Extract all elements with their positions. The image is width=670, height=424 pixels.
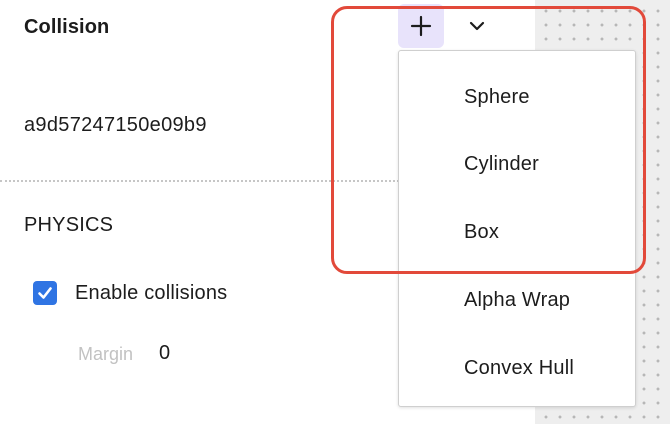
collision-type-menu: Sphere Cylinder Box Alpha Wrap Convex Hu… bbox=[398, 50, 636, 407]
margin-value-field[interactable]: 0 bbox=[159, 342, 170, 365]
menu-item-sphere[interactable]: Sphere bbox=[399, 75, 635, 119]
menu-item-box[interactable]: Box bbox=[399, 210, 635, 254]
collision-id: a9d57247150e09b9 bbox=[24, 114, 207, 136]
checkmark-icon bbox=[38, 287, 52, 299]
collision-title: Collision bbox=[24, 16, 110, 38]
physics-section-title: PHYSICS bbox=[24, 214, 114, 236]
menu-item-cylinder[interactable]: Cylinder bbox=[399, 142, 635, 186]
collision-type-dropdown-toggle[interactable] bbox=[456, 6, 498, 46]
enable-collisions-label[interactable]: Enable collisions bbox=[75, 282, 227, 305]
chevron-down-icon bbox=[469, 21, 485, 31]
plus-icon bbox=[410, 15, 432, 37]
enable-collisions-checkbox[interactable] bbox=[33, 281, 57, 305]
menu-item-convex-hull[interactable]: Convex Hull bbox=[399, 346, 635, 390]
add-collision-button[interactable] bbox=[398, 4, 444, 48]
menu-item-alpha-wrap[interactable]: Alpha Wrap bbox=[399, 278, 635, 322]
margin-label: Margin bbox=[78, 344, 134, 364]
